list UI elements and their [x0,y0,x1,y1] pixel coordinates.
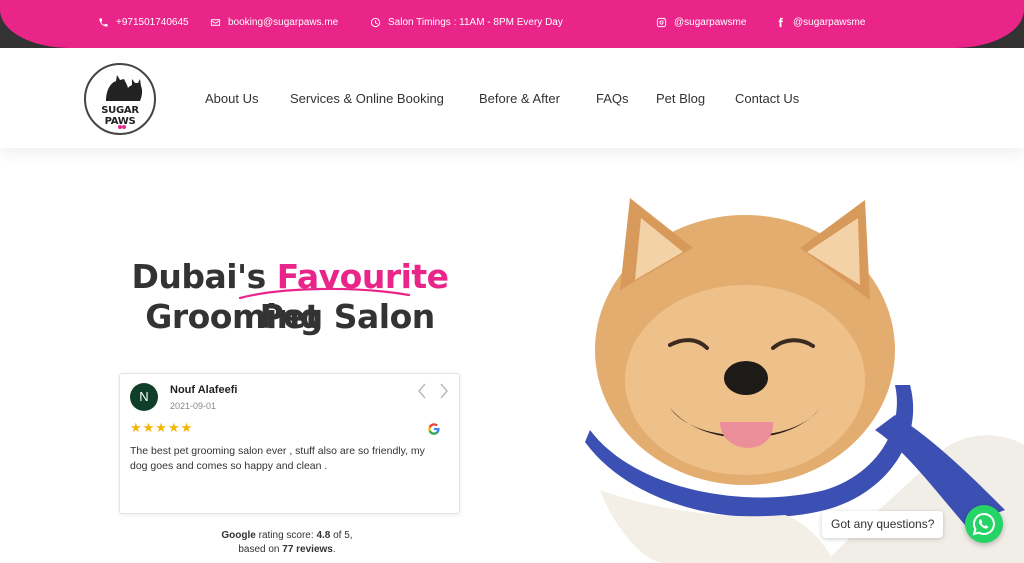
top-bar: +971501740645 booking@sugarpaws.me Salon… [0,0,1024,48]
facebook-link[interactable]: @sugarpawsme [775,17,865,28]
pomeranian-dog-image [585,198,1024,563]
top-bar-inner: +971501740645 booking@sugarpaws.me Salon… [0,0,1024,48]
phone-icon [99,18,108,27]
hero-title-line2: Grooming Salon [145,297,435,336]
chat-prompt-bubble[interactable]: Got any questions? [822,511,944,538]
rating-based-on: based on [238,544,283,555]
instagram-text: @sugarpawsme [674,17,747,28]
chevron-left-icon[interactable] [415,382,429,400]
nav-services[interactable]: Services & Online Booking [290,91,444,106]
phone-link[interactable]: +971501740645 [98,17,189,28]
instagram-link[interactable]: @sugarpawsme [656,17,746,28]
instagram-icon [656,17,667,28]
rating-summary: Google rating score: 4.8 of 5, based on … [180,529,394,557]
timings-text: Salon Timings : 11AM - 8PM Every Day [388,17,563,28]
facebook-icon [778,17,784,28]
rating-period: . [332,544,336,555]
email-text: booking@sugarpaws.me [228,17,339,28]
rating-of: of 5, [330,530,353,541]
nav-contact[interactable]: Contact Us [735,91,799,106]
rating-count: 77 reviews [282,544,333,555]
clock-icon [370,17,381,28]
phone-text: +971501740645 [116,17,189,28]
rating-score: 4.8 [316,530,331,541]
site-logo[interactable]: SUGAR PAWS [84,63,156,135]
whatsapp-icon [972,512,995,536]
review-text: The best pet grooming salon ever , stuff… [130,445,425,472]
review-stars: ★★★★★ [130,420,194,435]
whatsapp-button[interactable] [965,505,1003,543]
rating-label: rating score: [255,530,317,541]
nav-blog[interactable]: Pet Blog [656,91,705,106]
chevron-right-icon[interactable] [437,382,451,400]
review-date: 2021-09-01 [170,401,217,411]
review-card: N Nouf Alafeefi 2021-09-01 ★★★★★ The bes… [119,373,460,514]
email-link[interactable]: booking@sugarpaws.me [210,17,338,28]
rating-source: Google [221,530,256,541]
nav-about[interactable]: About Us [205,91,258,106]
nav-before-after[interactable]: Before & After [479,91,560,106]
google-icon [428,423,440,435]
mail-icon [210,19,221,26]
facebook-text: @sugarpawsme [793,17,866,28]
salon-timings: Salon Timings : 11AM - 8PM Every Day [370,17,563,28]
nav-faqs[interactable]: FAQs [596,91,629,106]
reviewer-avatar: N [130,383,158,411]
reviewer-name: Nouf Alafeefi [170,384,238,396]
logo-text: SUGAR PAWS [101,105,139,127]
